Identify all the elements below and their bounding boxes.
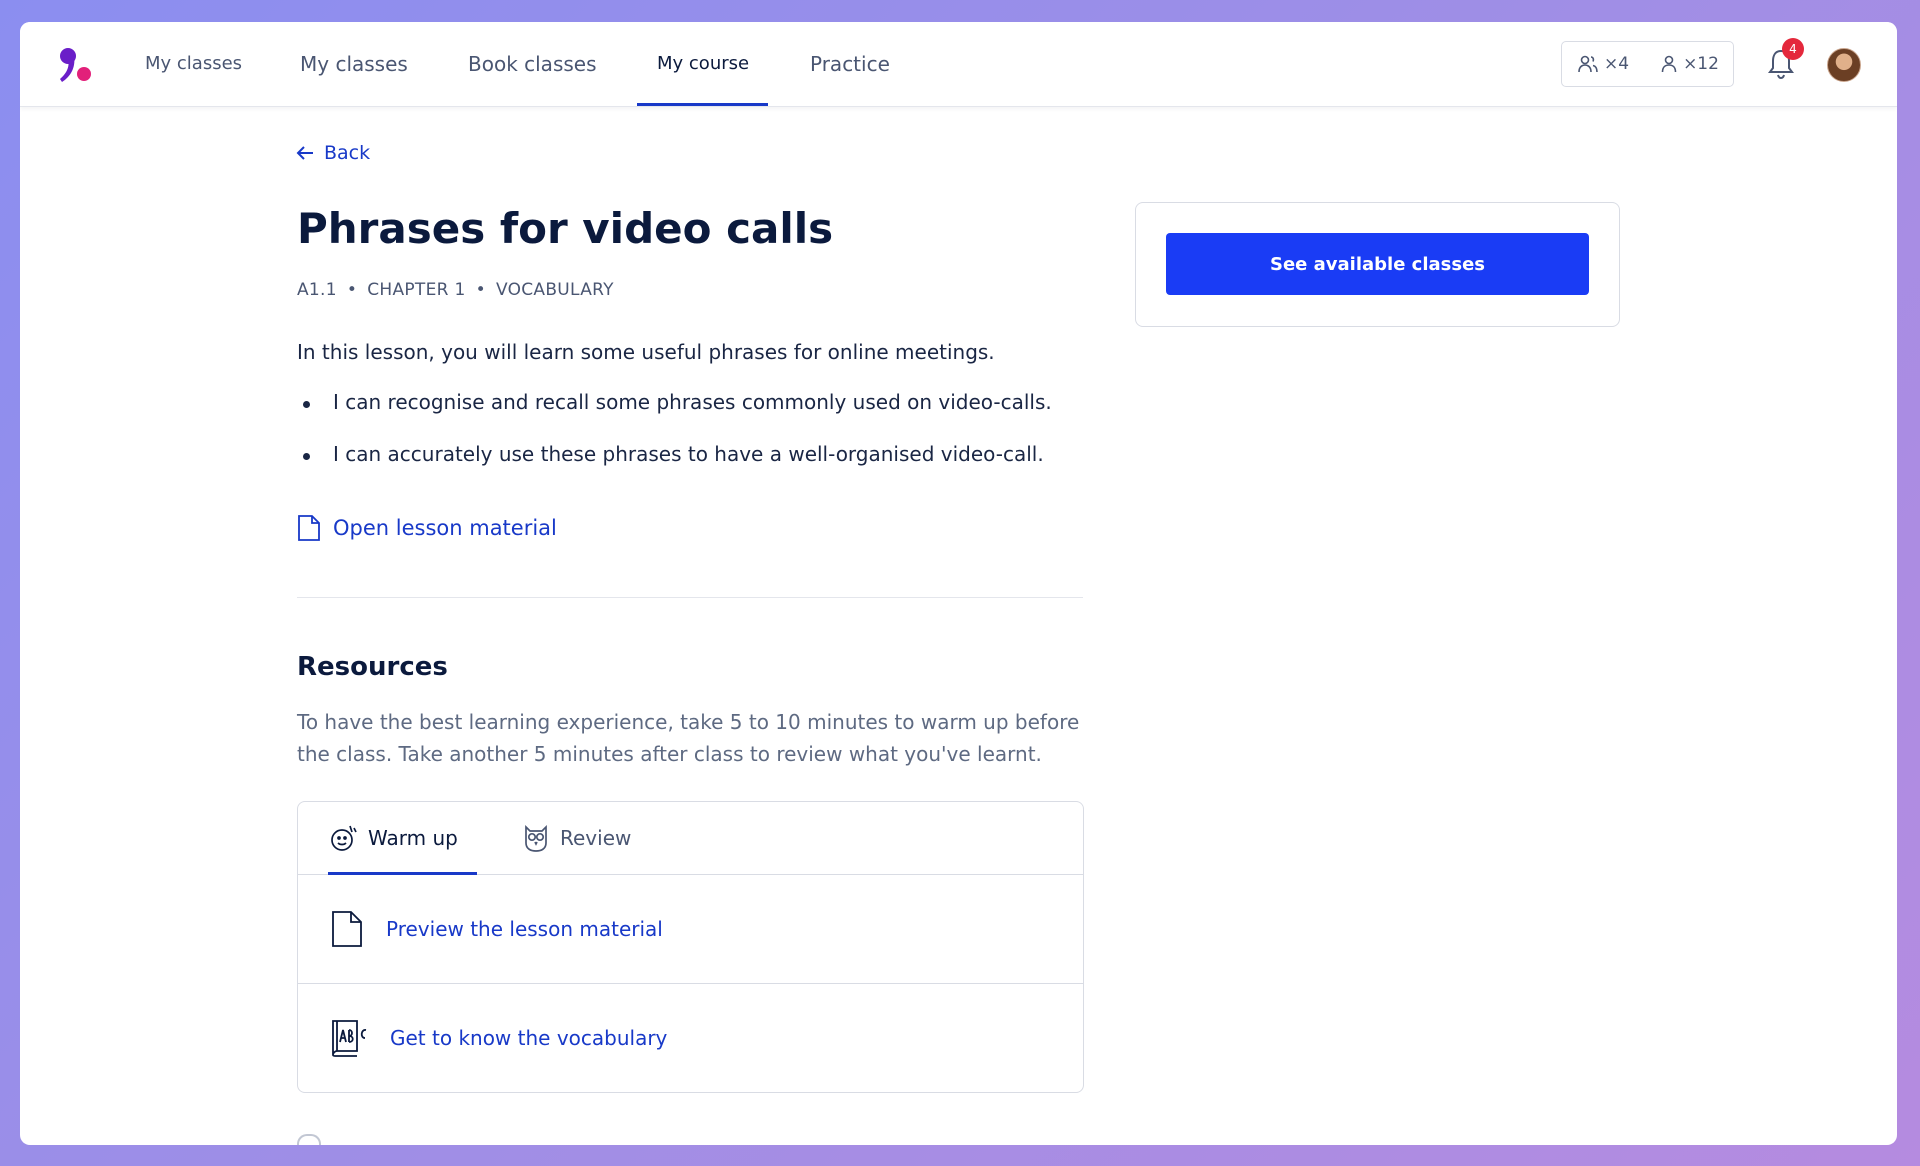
back-label: Back <box>324 142 371 164</box>
nav-my-course[interactable]: My course <box>657 22 749 106</box>
open-lesson-material-label: Open lesson material <box>333 516 557 540</box>
abc-book-icon <box>332 1020 367 1057</box>
group-icon <box>1578 55 1598 73</box>
meta-separator: • <box>346 280 358 300</box>
nav-practice[interactable]: Practice <box>810 22 890 106</box>
logo-icon[interactable] <box>54 44 98 88</box>
section-divider <box>297 597 1083 598</box>
avatar[interactable] <box>1827 48 1861 82</box>
group-credits-count: ×4 <box>1604 54 1630 74</box>
tab-warm-up[interactable]: Warm up <box>330 802 458 874</box>
resource-preview-lesson-material[interactable]: Preview the lesson material <box>298 875 1083 983</box>
resources-title: Resources <box>297 652 448 682</box>
document-icon <box>332 911 362 947</box>
document-icon <box>298 515 320 541</box>
page-title: Phrases for video calls <box>297 204 834 253</box>
user-icon <box>1661 55 1677 73</box>
next-section-peek <box>297 1134 321 1145</box>
private-credits: ×12 <box>1645 42 1735 86</box>
tab-review-label: Review <box>560 826 632 850</box>
resources-description: To have the best learning experience, ta… <box>297 710 1080 766</box>
learning-objectives: I can recognise and recall some phrases … <box>297 390 1052 494</box>
see-available-classes-button[interactable]: See available classes <box>1166 233 1589 295</box>
lesson-level: A1.1 <box>297 280 337 300</box>
resources-tabs: Warm up Review <box>298 802 1083 875</box>
resource-label: Preview the lesson material <box>386 917 663 941</box>
lesson-type: VOCABULARY <box>495 280 614 300</box>
resource-label: Get to know the vocabulary <box>390 1026 668 1050</box>
open-lesson-material-link[interactable]: Open lesson material <box>297 514 557 542</box>
top-navigation: My classes My classes Book classes My co… <box>20 22 1897 107</box>
objective-item: I can accurately use these phrases to ha… <box>297 442 1052 494</box>
objective-item: I can recognise and recall some phrases … <box>297 390 1052 442</box>
lesson-intro: In this lesson, you will learn some usef… <box>297 340 995 364</box>
resources-card: Warm up Review Preview the lesson materi… <box>297 801 1084 1093</box>
notification-badge: 4 <box>1782 38 1804 60</box>
nav-my-classes[interactable]: My classes <box>300 22 408 106</box>
class-credits[interactable]: ×4 ×12 <box>1561 41 1734 87</box>
active-nav-indicator <box>637 103 768 106</box>
meta-separator: • <box>475 280 486 300</box>
lesson-meta: A1.1 • CHAPTER 1 • VOCABULARY <box>297 280 614 300</box>
group-credits: ×4 <box>1562 42 1645 86</box>
private-credits-count: ×12 <box>1683 54 1719 74</box>
tab-warm-up-label: Warm up <box>368 826 458 850</box>
lesson-chapter: CHAPTER 1 <box>367 280 466 300</box>
nav-my-classes-primary[interactable]: My classes <box>145 22 242 106</box>
warm-up-icon <box>331 825 357 851</box>
app-window: My classes My classes Book classes My co… <box>20 22 1897 1145</box>
owl-icon <box>525 824 547 852</box>
tab-review[interactable]: Review <box>522 802 631 874</box>
nav-book-classes[interactable]: Book classes <box>468 22 597 106</box>
resource-vocabulary[interactable]: Get to know the vocabulary <box>298 983 1083 1092</box>
back-link[interactable]: Back <box>296 142 370 164</box>
arrow-left-icon <box>296 146 313 160</box>
booking-card: See available classes <box>1135 202 1620 327</box>
